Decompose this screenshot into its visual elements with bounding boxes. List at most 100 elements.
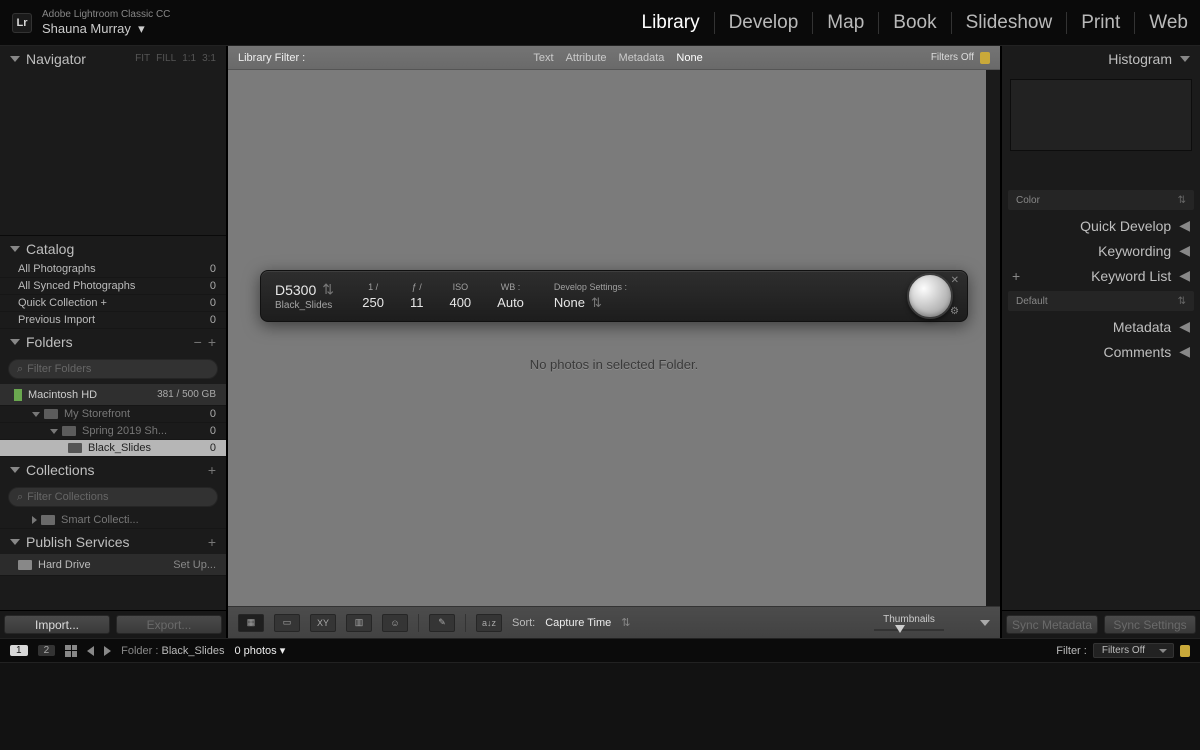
catalog-item[interactable]: All Synced Photographs0 [0,278,226,295]
volume-size: 381 / 500 GB [157,389,216,400]
status-filter-dropdown[interactable]: Filters Off [1093,643,1174,658]
add-publish-icon[interactable]: + [208,534,216,550]
chevron-updown-icon[interactable]: ⇅ [591,295,602,311]
publish-panel-header[interactable]: Publish Services + [0,529,226,554]
hud-destination: Black_Slides [275,300,332,311]
module-develop[interactable]: Develop [715,12,814,34]
nav-forward-icon[interactable] [104,646,111,656]
panel-metadata[interactable]: Metadata◀ [1002,314,1200,339]
search-icon: ⌕ [17,491,23,504]
gear-icon[interactable]: ⚙ [950,306,959,317]
module-slideshow[interactable]: Slideshow [952,12,1068,34]
panel-comments[interactable]: Comments◀ [1002,339,1200,364]
thumbnail-size-control[interactable]: Thumbnails [874,614,970,631]
navigator-panel-header[interactable]: Navigator FITFILL1:13:1 [0,46,226,71]
grid-view-button[interactable]: ▦ [238,614,264,632]
close-icon[interactable]: ✕ [951,275,959,286]
photo-count[interactable]: 0 photos ▾ [234,644,285,657]
collection-item[interactable]: Smart Collecti... [0,512,226,529]
filter-tab-attribute[interactable]: Attribute [566,52,607,64]
loupe-view-button[interactable]: ▭ [274,614,300,632]
catalog-item[interactable]: Quick Collection +0 [0,295,226,312]
sync-settings-button[interactable]: Sync Settings [1104,615,1196,634]
chevron-down-icon [10,246,20,252]
toolbar-disclosure[interactable] [980,620,990,626]
identity[interactable]: Lr Adobe Lightroom Classic CC Shauna Mur… [12,9,170,37]
module-map[interactable]: Map [813,12,879,34]
hud-exposure-cell: WB :Auto [497,282,524,310]
lock-icon[interactable] [1180,645,1190,657]
compare-view-button[interactable]: XY [310,614,336,632]
hud-dev-label: Develop Settings : [554,282,627,292]
collection-filter-input[interactable]: ⌕ Filter Collections [8,487,218,507]
module-web[interactable]: Web [1135,12,1188,34]
catalog-item[interactable]: Previous Import0 [0,312,226,329]
collections-panel-header[interactable]: Collections + [0,457,226,482]
publish-service[interactable]: Hard DriveSet Up... [0,554,226,576]
collections-title: Collections [26,462,94,478]
export-button[interactable]: Export... [116,615,222,634]
sort-value[interactable]: Capture Time [545,617,611,629]
chevron-down-icon [1180,56,1190,62]
histogram-panel-header[interactable]: Histogram [1002,46,1200,71]
module-book[interactable]: Book [879,12,951,34]
sort-direction-button[interactable]: a↓z [476,614,502,632]
people-view-button[interactable]: ☺ [382,614,408,632]
filmstrip[interactable] [0,662,1200,750]
folders-panel-header[interactable]: Folders −+ [0,329,226,354]
add-folder-icon[interactable]: + [208,334,216,350]
panel-quick-develop[interactable]: Quick Develop◀ [1002,213,1200,238]
import-button[interactable]: Import... [4,615,110,634]
chevron-down-icon [10,539,20,545]
catalog-item[interactable]: All Photographs0 [0,261,226,278]
filters-off-label[interactable]: Filters Off [931,52,974,63]
nav-back-icon[interactable] [87,646,94,656]
hud-dev-value[interactable]: None [554,295,585,310]
folder-filter-input[interactable]: ⌕ Filter Folders [8,359,218,379]
panel-keyword-list[interactable]: +Keyword List◀ [1002,263,1200,288]
remove-folder-icon[interactable]: − [194,334,202,350]
catalog-title: Catalog [26,241,74,257]
status-filter-label: Filter : [1056,645,1087,657]
folder-item[interactable]: My Storefront0 [0,406,226,423]
folder-item[interactable]: Spring 2019 Sh...0 [0,423,226,440]
shutter-button[interactable] [907,273,953,319]
lock-icon[interactable] [980,52,990,64]
hud-camera-name[interactable]: D5300 [275,282,316,298]
empty-folder-message: No photos in selected Folder. [530,357,698,372]
secondary-grid-icon[interactable] [65,645,77,657]
library-filter-bar: Library Filter : TextAttributeMetadataNo… [228,46,1000,70]
add-collection-icon[interactable]: + [208,462,216,478]
metadata-preset-dropdown[interactable]: Default⇅ [1008,291,1194,311]
navigator-zoom[interactable]: FITFILL1:13:1 [135,53,216,64]
collection-filter-placeholder: Filter Collections [27,491,108,503]
sort-label: Sort: [512,617,535,629]
filter-tab-metadata[interactable]: Metadata [619,52,665,64]
histogram-display [1010,79,1192,151]
folder-item[interactable]: Black_Slides0 [0,440,226,457]
painter-tool-button[interactable]: ✎ [429,614,455,632]
module-library[interactable]: Library [628,12,715,34]
thumbnail-label: Thumbnails [883,614,935,625]
thumbnail-slider-knob[interactable] [895,625,905,633]
module-print[interactable]: Print [1067,12,1135,34]
chevron-updown-icon[interactable]: ⇅ [322,281,330,298]
filter-tab-text[interactable]: Text [533,52,553,64]
survey-view-button[interactable]: ▥ [346,614,372,632]
hud-exposure-cell: ƒ /11 [410,282,424,310]
filter-tab-none[interactable]: None [676,52,702,64]
qd-preset-dropdown[interactable]: Color⇅ [1008,190,1194,210]
chevron-down-icon [10,339,20,345]
panel-keywording[interactable]: Keywording◀ [1002,238,1200,263]
sync-metadata-button[interactable]: Sync Metadata [1006,615,1098,634]
volume-row[interactable]: Macintosh HD 381 / 500 GB [0,384,226,406]
tether-hud: D5300⇅ Black_Slides 1 /250ƒ /11ISO400WB … [260,270,968,322]
hud-exposure-cell: 1 /250 [362,282,384,310]
catalog-panel-header[interactable]: Catalog [0,236,226,261]
top-bar: Lr Adobe Lightroom Classic CC Shauna Mur… [0,0,1200,45]
chevron-updown-icon[interactable]: ⇅ [621,616,630,629]
filmstrip-page-2[interactable]: 2 [38,645,56,656]
app-name: Adobe Lightroom Classic CC [42,9,170,21]
filmstrip-page-1[interactable]: 1 [10,645,28,656]
breadcrumb[interactable]: Folder : Black_Slides [121,645,224,657]
